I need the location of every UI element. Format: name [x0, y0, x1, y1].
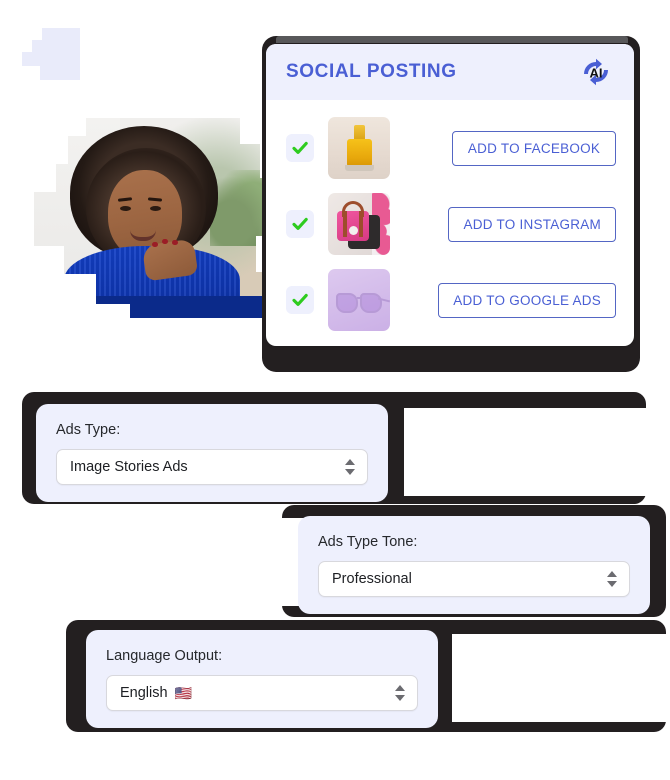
- ads-type-label: Ads Type:: [56, 422, 121, 438]
- stepper-arrows-icon[interactable]: [395, 684, 405, 702]
- language-output-label: Language Output:: [106, 648, 223, 664]
- pink-handbag-thumbnail: [328, 193, 390, 255]
- language-output-white-panel: [452, 634, 666, 722]
- ads-type-white-panel: [404, 408, 646, 496]
- green-check-icon[interactable]: [286, 210, 314, 238]
- stepper-arrows-icon[interactable]: [345, 458, 355, 476]
- perfume-bottle-thumbnail: [328, 117, 390, 179]
- add-to-instagram-button[interactable]: ADD TO INSTAGRAM: [448, 206, 616, 242]
- table-row: ADD TO FACEBOOK: [266, 110, 634, 186]
- green-check-icon[interactable]: [286, 134, 314, 162]
- ads-type-value: Image Stories Ads: [70, 459, 188, 475]
- screenshot-root: SOCIAL POSTING AI ADD TO FACEBOOK ADD TO…: [0, 0, 670, 780]
- ai-sync-icon: AI: [576, 54, 616, 90]
- ads-type-tone-label: Ads Type Tone:: [318, 534, 418, 550]
- hero-photo: [34, 118, 280, 318]
- language-output-value: English: [120, 685, 168, 701]
- add-to-facebook-button[interactable]: ADD TO FACEBOOK: [452, 130, 616, 166]
- add-to-google-ads-button[interactable]: ADD TO GOOGLE ADS: [438, 282, 616, 318]
- table-row: ADD TO GOOGLE ADS: [266, 262, 634, 338]
- us-flag-icon: 🇺🇸: [174, 685, 192, 701]
- social-posting-title: SOCIAL POSTING: [286, 61, 457, 82]
- social-posting-header: SOCIAL POSTING AI: [266, 44, 634, 100]
- decorative-blob-shape: [22, 28, 80, 80]
- table-row: ADD TO INSTAGRAM: [266, 186, 634, 262]
- social-posting-card: SOCIAL POSTING AI ADD TO FACEBOOK ADD TO…: [266, 44, 634, 346]
- language-output-field-card: Language Output: English 🇺🇸: [86, 630, 438, 728]
- svg-text:AI: AI: [590, 66, 603, 81]
- ads-type-tone-field-card: Ads Type Tone: Professional: [298, 516, 650, 614]
- ads-type-tone-value: Professional: [332, 571, 412, 587]
- purple-sunglasses-thumbnail: [328, 269, 390, 331]
- ads-type-tone-select[interactable]: Professional: [318, 561, 630, 597]
- language-output-select[interactable]: English 🇺🇸: [106, 675, 418, 711]
- social-card-frame-top-edge: [276, 36, 628, 43]
- ads-type-field-card: Ads Type: Image Stories Ads: [36, 404, 388, 502]
- stepper-arrows-icon[interactable]: [607, 570, 617, 588]
- social-posting-rows: ADD TO FACEBOOK ADD TO INSTAGRAM ADD TO …: [266, 100, 634, 338]
- green-check-icon[interactable]: [286, 286, 314, 314]
- ads-type-select[interactable]: Image Stories Ads: [56, 449, 368, 485]
